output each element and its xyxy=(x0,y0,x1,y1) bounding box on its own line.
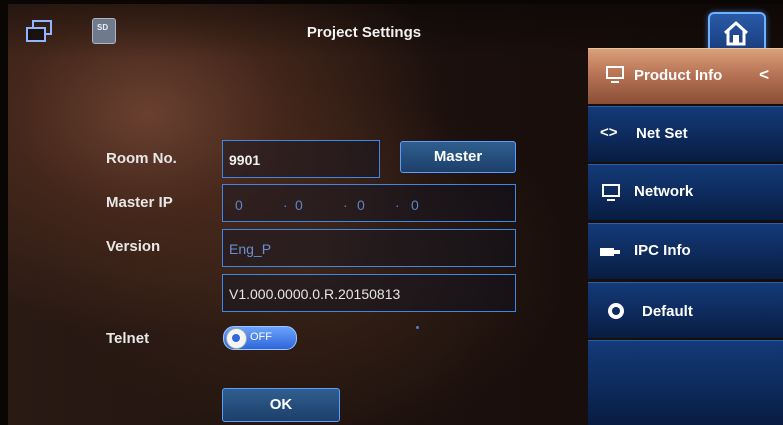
master-ip-label: Master IP xyxy=(106,194,173,211)
ip-dot: · xyxy=(283,197,288,213)
room-no-value: 9901 xyxy=(229,152,261,168)
sidebar-empty-area xyxy=(588,340,783,425)
ipc-camera-icon xyxy=(600,246,624,258)
ip-dot: · xyxy=(343,197,348,213)
sidebar-item-label: IPC Info xyxy=(634,242,691,259)
settings-sidebar: Product Info < <> Net Set Network IPC In… xyxy=(588,48,783,425)
sidebar-item-default[interactable]: Default xyxy=(588,282,783,338)
multi-window-icon[interactable] xyxy=(26,20,52,42)
sidebar-item-ipc-info[interactable]: IPC Info xyxy=(588,223,783,279)
sidebar-item-product-info[interactable]: Product Info < xyxy=(588,48,783,104)
sd-card-icon[interactable]: SD xyxy=(92,18,116,44)
sidebar-item-label: Default xyxy=(642,303,693,320)
version-label: Version xyxy=(106,238,161,255)
monitor-icon xyxy=(606,66,624,83)
sidebar-item-net-set[interactable]: <> Net Set xyxy=(588,106,783,162)
version-number-field: V1.000.0000.0.R.20150813 xyxy=(222,274,516,312)
page-title: Project Settings xyxy=(306,24,422,41)
ip-octet-1: 0 xyxy=(235,197,243,213)
telnet-label: Telnet xyxy=(106,330,150,347)
sidebar-item-label: Net Set xyxy=(636,125,688,142)
master-button[interactable]: Master xyxy=(400,141,516,173)
toggle-knob xyxy=(226,328,247,349)
telnet-toggle-state: OFF xyxy=(250,331,272,343)
ip-octet-4: 0 xyxy=(411,197,419,213)
ip-octet-2: 0 xyxy=(295,197,303,213)
recycle-icon xyxy=(608,303,624,319)
screen-speck xyxy=(416,326,419,329)
network-icon xyxy=(602,184,620,201)
home-icon xyxy=(723,21,749,46)
collapse-icon[interactable]: < xyxy=(759,65,769,85)
ip-dot: · xyxy=(395,197,400,213)
telnet-toggle[interactable]: OFF xyxy=(223,326,297,350)
sd-card-label: SD xyxy=(97,23,109,32)
version-name-value: Eng_P xyxy=(229,241,272,257)
arrows-icon: <> xyxy=(600,124,618,141)
room-no-input[interactable]: 9901 xyxy=(222,140,380,178)
ip-octet-3: 0 xyxy=(357,197,365,213)
ok-button[interactable]: OK xyxy=(222,388,340,422)
version-name-field: Eng_P xyxy=(222,229,516,267)
sidebar-item-label: Network xyxy=(634,183,694,200)
sidebar-item-network[interactable]: Network xyxy=(588,164,783,220)
master-ip-input[interactable]: 0 · 0 · 0 · 0 xyxy=(222,184,516,222)
version-number-value: V1.000.0000.0.R.20150813 xyxy=(229,286,401,302)
room-no-label: Room No. xyxy=(106,150,177,167)
sidebar-item-label: Product Info xyxy=(634,67,723,84)
